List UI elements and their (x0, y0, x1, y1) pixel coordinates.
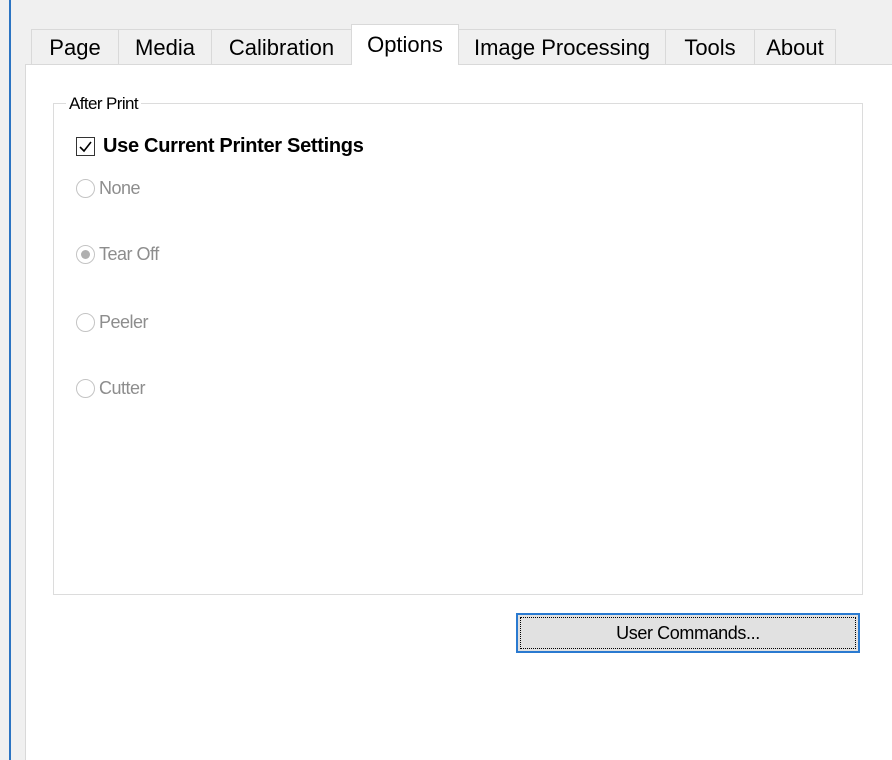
user-commands-label: User Commands... (616, 622, 760, 643)
radio-none-row[interactable]: None (76, 176, 141, 200)
radio-tear-off[interactable] (76, 244, 95, 264)
tab-label: Tools (684, 34, 736, 60)
tab-bar: Page Media Calibration Options Image Pro… (31, 24, 836, 65)
tab-page[interactable]: Page (31, 29, 119, 65)
radio-tear-off-label: Tear Off (99, 243, 159, 264)
tab-label: Image Processing (473, 34, 651, 60)
tab-tools[interactable]: Tools (665, 29, 755, 65)
radio-peeler-label: Peeler (99, 311, 149, 332)
radio-cutter-row[interactable]: Cutter (76, 376, 146, 400)
tab-label: Options (367, 32, 443, 57)
window-edge (9, 0, 11, 760)
user-commands-button[interactable]: User Commands... (516, 613, 860, 653)
check-mark-icon (79, 141, 92, 152)
radio-none-label: None (99, 177, 141, 198)
use-current-settings-checkbox[interactable] (76, 136, 95, 156)
radio-peeler-row[interactable]: Peeler (76, 310, 149, 334)
tab-label: Calibration (228, 34, 335, 60)
radio-none[interactable] (76, 178, 95, 198)
after-print-group: After Print Use Current Printer Settings… (53, 94, 863, 595)
tab-options[interactable]: Options (351, 24, 459, 65)
radio-tear-off-row[interactable]: Tear Off (76, 242, 159, 266)
radio-dot-icon (81, 249, 90, 259)
radio-cutter[interactable] (76, 378, 95, 398)
tab-label: Media (135, 34, 195, 60)
tab-calibration[interactable]: Calibration (211, 29, 352, 65)
tab-label: Page (49, 34, 101, 60)
use-current-settings-label: Use Current Printer Settings (103, 134, 364, 157)
after-print-legend: After Print (66, 94, 141, 114)
use-current-settings-checkbox-row[interactable]: Use Current Printer Settings (76, 134, 364, 158)
radio-peeler[interactable] (76, 312, 95, 332)
tab-about[interactable]: About (754, 29, 836, 65)
radio-cutter-label: Cutter (99, 377, 146, 398)
tab-label: About (766, 34, 824, 60)
options-panel: After Print Use Current Printer Settings… (25, 64, 892, 760)
tab-media[interactable]: Media (118, 29, 212, 65)
tab-image-processing[interactable]: Image Processing (458, 29, 666, 65)
